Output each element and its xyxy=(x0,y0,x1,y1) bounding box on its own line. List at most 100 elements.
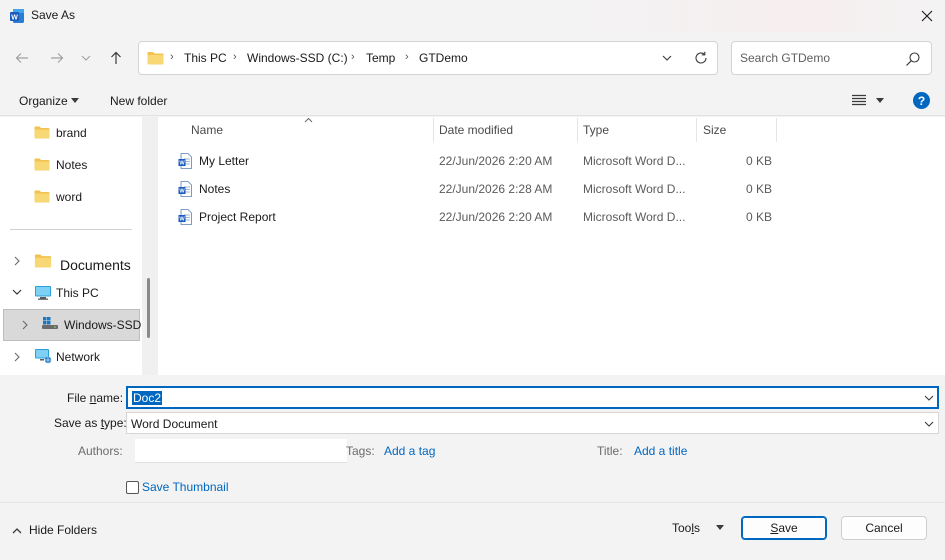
column-header-date-modified[interactable]: Date modified xyxy=(439,123,513,137)
caret-down-icon xyxy=(71,98,79,103)
search-icon[interactable] xyxy=(905,51,921,67)
network-icon xyxy=(35,349,52,364)
arrow-up-icon xyxy=(111,51,121,64)
file-name[interactable]: My Letter xyxy=(199,154,249,168)
column-divider[interactable] xyxy=(433,118,434,142)
nav-item-notes[interactable]: Notes xyxy=(56,158,87,172)
breadcrumb-this-pc[interactable]: This PC xyxy=(184,51,227,65)
file-type: Microsoft Word D... xyxy=(583,154,686,168)
back-button[interactable] xyxy=(10,45,34,71)
authors-input[interactable] xyxy=(135,439,347,463)
close-button[interactable] xyxy=(912,2,942,30)
forward-button[interactable] xyxy=(45,45,69,71)
sort-ascending-icon xyxy=(304,117,313,123)
column-header-size[interactable]: Size xyxy=(703,123,726,137)
column-divider[interactable] xyxy=(577,118,578,142)
nav-item-documents[interactable]: Documents xyxy=(60,257,131,273)
help-button[interactable]: ? xyxy=(913,92,930,109)
caret-down-icon[interactable] xyxy=(876,98,884,103)
file-name-input[interactable]: Doc2 xyxy=(126,386,939,409)
this-pc-icon xyxy=(35,286,51,300)
add-title-link[interactable]: Add a title xyxy=(634,444,687,458)
arrow-left-icon xyxy=(15,53,28,63)
new-folder-button[interactable]: New folder xyxy=(110,94,167,108)
folder-icon xyxy=(34,158,50,171)
close-icon xyxy=(921,10,933,22)
file-name[interactable]: Notes xyxy=(199,182,230,196)
file-size: 0 KB xyxy=(746,182,773,196)
file-date-modified: 22/Jun/2026 2:20 AM xyxy=(439,154,553,168)
nav-item-windows-ssd[interactable]: Windows-SSD xyxy=(64,318,141,332)
view-list-icon[interactable] xyxy=(852,94,866,106)
nav-divider xyxy=(10,229,132,230)
chevron-up-icon xyxy=(12,527,22,533)
breadcrumb-windows-ssd[interactable]: Windows-SSD (C:) xyxy=(247,51,348,65)
tags-label: Tags: xyxy=(346,444,375,458)
nav-scrollbar[interactable] xyxy=(142,117,158,375)
cancel-button[interactable]: Cancel xyxy=(841,516,927,540)
file-date-modified: 22/Jun/2026 2:20 AM xyxy=(439,210,553,224)
word-document-icon: W xyxy=(178,181,192,197)
up-button[interactable] xyxy=(104,45,128,71)
file-type: Microsoft Word D... xyxy=(583,182,686,196)
hide-folders-button[interactable]: Hide Folders xyxy=(12,523,97,537)
recent-locations-button[interactable] xyxy=(76,45,96,71)
column-divider[interactable] xyxy=(776,118,777,142)
search-input[interactable] xyxy=(740,50,900,66)
organize-button[interactable]: Organize xyxy=(19,94,68,108)
file-size: 0 KB xyxy=(746,210,773,224)
documents-folder-icon xyxy=(34,254,52,268)
tools-button[interactable]: Tools xyxy=(672,521,700,535)
nav-scrollbar-thumb[interactable] xyxy=(147,278,150,338)
command-bar: Organize New folder ? xyxy=(0,86,945,116)
chevron-down-icon[interactable] xyxy=(924,393,934,403)
nav-item-word[interactable]: word xyxy=(56,190,82,204)
breadcrumb-separator: › xyxy=(405,51,409,63)
save-as-type-value: Word Document xyxy=(131,417,218,431)
hide-folders-label: Hide Folders xyxy=(29,523,98,537)
save-thumbnail-label[interactable]: Save Thumbnail xyxy=(142,480,229,494)
refresh-icon[interactable] xyxy=(693,50,709,66)
authors-label: Authors: xyxy=(78,444,123,458)
add-tag-link[interactable]: Add a tag xyxy=(384,444,435,458)
chevron-down-icon xyxy=(81,55,91,61)
file-name[interactable]: Project Report xyxy=(199,210,276,224)
save-button[interactable]: Save xyxy=(741,516,827,540)
caret-down-icon[interactable] xyxy=(716,525,724,530)
column-divider[interactable] xyxy=(696,118,697,142)
nav-item-this-pc[interactable]: This PC xyxy=(56,286,99,300)
nav-item-brand[interactable]: brand xyxy=(56,126,87,140)
title-label: Title: xyxy=(597,444,623,458)
save-as-type-select[interactable]: Word Document xyxy=(126,412,939,434)
word-document-icon: W xyxy=(178,153,192,169)
chevron-right-icon[interactable] xyxy=(12,352,22,362)
file-name-label: File name: xyxy=(67,391,124,405)
file-name-value[interactable]: Doc2 xyxy=(132,391,163,405)
file-size: 0 KB xyxy=(746,154,773,168)
save-thumbnail-checkbox[interactable] xyxy=(126,481,139,494)
breadcrumb-gtdemo[interactable]: GTDemo xyxy=(419,51,468,65)
breadcrumb-separator: › xyxy=(233,51,237,63)
breadcrumb-separator: › xyxy=(351,51,355,63)
footer-divider xyxy=(0,502,945,503)
folder-icon xyxy=(34,126,50,139)
svg-text:W: W xyxy=(11,14,18,21)
file-type: Microsoft Word D... xyxy=(583,210,686,224)
svg-text:W: W xyxy=(179,217,185,223)
word-app-icon: W xyxy=(10,9,24,23)
column-header-name[interactable]: Name xyxy=(191,123,223,137)
chevron-down-icon[interactable] xyxy=(659,50,675,66)
chevron-down-icon[interactable] xyxy=(924,419,934,429)
nav-item-network[interactable]: Network xyxy=(56,350,100,364)
chevron-right-icon[interactable] xyxy=(20,320,30,330)
search-box[interactable] xyxy=(731,41,932,75)
address-bar[interactable]: › This PC › Windows-SSD (C:) › Temp › GT… xyxy=(138,41,718,75)
window-title: Save As xyxy=(31,8,76,22)
word-document-icon: W xyxy=(178,209,192,225)
breadcrumb-temp[interactable]: Temp xyxy=(366,51,395,65)
save-as-type-label: Save as type: xyxy=(54,416,127,430)
chevron-right-icon[interactable] xyxy=(12,256,22,266)
chevron-down-icon[interactable] xyxy=(12,287,22,297)
column-header-type[interactable]: Type xyxy=(583,123,609,137)
svg-text:W: W xyxy=(179,161,185,167)
